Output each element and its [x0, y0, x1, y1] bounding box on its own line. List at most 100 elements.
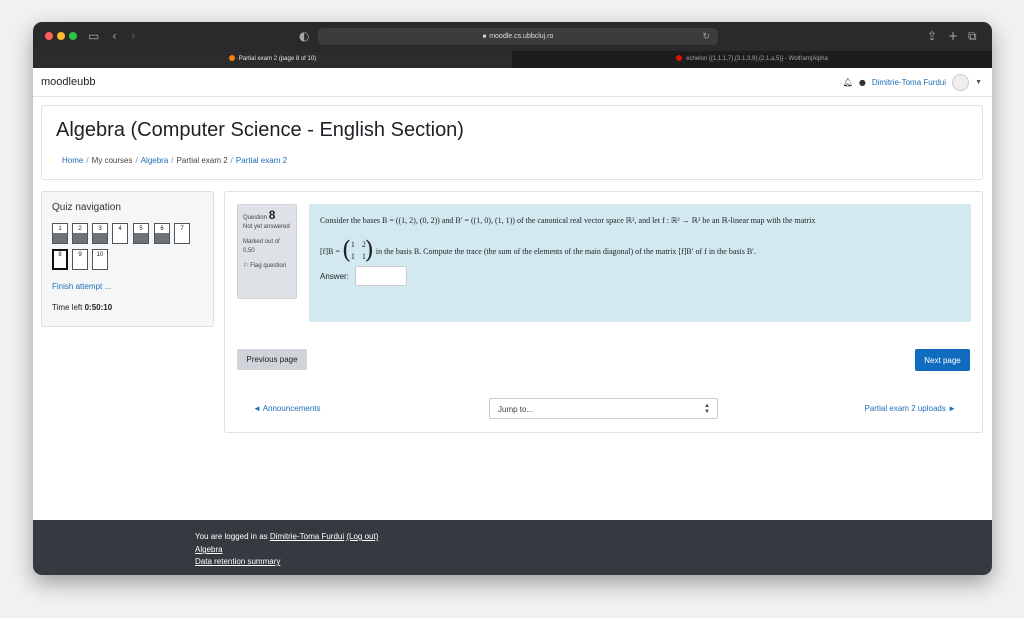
quiz-nav-question-1[interactable]: 1 — [52, 223, 68, 244]
question-info: Question 8 Not yet answered Marked out o… — [237, 204, 297, 299]
breadcrumb-quiz[interactable]: Partial exam 2 — [236, 156, 287, 165]
tab-partial-exam[interactable]: Partial exam 2 (page 8 of 10) — [33, 51, 512, 68]
site-navbar: moodleubb 🔔︎ ● Dimitrie-Toma Furdui ▼ — [33, 68, 992, 97]
minimize-window-button[interactable] — [57, 32, 65, 40]
breadcrumb-separator: / — [86, 156, 89, 165]
back-icon[interactable]: ‹ — [112, 28, 117, 44]
next-activity-link[interactable]: Partial exam 2 uploads ► — [864, 404, 956, 413]
data-retention-link[interactable]: Data retention summary — [195, 557, 280, 566]
browser-window: ▭ ‹ › ◐ ■ moodle.cs.ubbcluj.ro ↻ ⇪ + ⧉ Pa… — [33, 22, 992, 575]
quiz-nav-question-4[interactable]: 4 — [112, 223, 128, 244]
moodle-favicon-icon — [228, 55, 235, 61]
address-bar[interactable]: ■ moodle.cs.ubbcluj.ro ↻ — [318, 28, 718, 45]
quiz-nav-question-5[interactable]: 5 — [133, 223, 149, 244]
tab-label: echelon {{1,1,1,7},{3,1,3,9},{2,1,a,5}} … — [686, 56, 828, 62]
wolfram-favicon-icon — [676, 55, 683, 61]
quiz-nav-question-7[interactable]: 7 — [174, 223, 190, 244]
previous-page-button[interactable]: Previous page — [237, 349, 307, 370]
quiz-nav-question-3[interactable]: 3 — [92, 223, 108, 244]
question-status: Not yet answered — [243, 224, 290, 230]
jump-to-select[interactable]: Jump to... ▲ ▼ — [489, 398, 718, 419]
time-left-label: Time left — [52, 303, 83, 312]
breadcrumb-home[interactable]: Home — [62, 156, 83, 165]
question-number: 8 — [268, 208, 276, 222]
breadcrumb-separator: / — [230, 156, 233, 165]
user-name-link[interactable]: Dimitrie-Toma Furdui — [872, 78, 946, 87]
finish-attempt-link[interactable]: Finish attempt ... — [52, 282, 111, 291]
footer-user-link[interactable]: Dimitrie-Toma Furdui — [270, 532, 344, 541]
messages-chat-icon[interactable]: ● — [859, 78, 866, 87]
quiz-navigation-block: Quiz navigation 1 2 3 4 5 6 7 8 9 10 Fin… — [41, 191, 214, 327]
browser-titlebar: ▭ ‹ › ◐ ■ moodle.cs.ubbcluj.ro ↻ ⇪ + ⧉ — [33, 22, 992, 51]
flag-question-label: Flag question — [250, 263, 287, 269]
matrix-cell: 1 — [350, 252, 355, 261]
question-number: 1 — [58, 226, 62, 232]
breadcrumb: Home / My courses / Algebra / Partial exam 2/P… — [62, 156, 287, 165]
previous-activity-link[interactable]: ◄ Announcements — [253, 404, 321, 413]
chevron-down-icon[interactable]: ▼ — [975, 79, 982, 86]
question-marks: Marked out of 0,50 — [243, 239, 280, 254]
quiz-nav-question-10[interactable]: 10 — [92, 249, 108, 270]
quiz-nav-question-8[interactable]: 8 — [52, 249, 68, 270]
logout-link[interactable]: (Log out) — [346, 532, 378, 541]
avatar[interactable] — [952, 74, 970, 91]
question-text-area: Consider the bases B = ((1, 2), (0, 2)) … — [309, 204, 971, 322]
question-label: Question — [243, 215, 268, 221]
close-window-button[interactable] — [45, 32, 53, 40]
next-page-button[interactable]: Next page — [915, 349, 970, 371]
matrix-cell: 1 — [350, 240, 355, 249]
share-icon[interactable]: ⇪ — [927, 28, 937, 44]
breadcrumb-my-courses: My courses — [91, 156, 133, 165]
forward-icon[interactable]: › — [131, 28, 136, 44]
footer-course-link[interactable]: Algebra — [195, 545, 223, 554]
question-number: 4 — [118, 226, 122, 232]
select-arrows-icon: ▲ ▼ — [704, 403, 710, 415]
question-card: Question 8 Not yet answered Marked out o… — [224, 191, 983, 433]
lock-icon: ■ — [482, 34, 487, 40]
flag-question[interactable]: ⚐ Flag question — [243, 262, 291, 271]
quiz-navigation-title: Quiz navigation — [52, 202, 121, 213]
flag-icon: ⚐ — [243, 263, 249, 269]
page-footer: You are logged in as Dimitrie-Toma Furdu… — [33, 520, 992, 575]
answer-input[interactable] — [355, 266, 407, 286]
breadcrumb-course[interactable]: Algebra — [141, 156, 169, 165]
reload-icon[interactable]: ↻ — [702, 28, 710, 45]
browser-tab-bar: Partial exam 2 (page 8 of 10) echelon {{… — [33, 51, 992, 68]
quiz-nav-question-2[interactable]: 2 — [72, 223, 88, 244]
jump-to-value: Jump to... — [498, 405, 534, 414]
new-tab-icon[interactable]: + — [948, 28, 958, 44]
time-left: Time left 0:50:10 — [52, 303, 112, 312]
question-number: 10 — [96, 252, 104, 258]
logged-in-info: You are logged in as Dimitrie-Toma Furdu… — [195, 532, 378, 541]
question-number: 9 — [78, 252, 82, 258]
question-text-line-1: Consider the bases B = ((1, 2), (0, 2)) … — [320, 216, 816, 225]
privacy-shield-icon[interactable]: ◐ — [299, 28, 309, 44]
notifications-bell-icon[interactable]: 🔔︎ — [843, 78, 853, 87]
quiz-nav-question-6[interactable]: 6 — [154, 223, 170, 244]
tab-wolfram-alpha[interactable]: echelon {{1,1,1,7},{3,1,3,9},{2,1,a,5}} … — [512, 51, 992, 68]
page-header: Algebra (Computer Science - English Sect… — [41, 105, 983, 180]
breadcrumb-separator: / — [171, 156, 174, 165]
question-number: 2 — [78, 226, 82, 232]
logged-in-prefix: You are logged in as — [195, 532, 268, 541]
question-number: 8 — [58, 252, 62, 258]
page-title: Algebra (Computer Science - English Sect… — [56, 119, 464, 141]
question-number: 6 — [160, 226, 164, 232]
matrix-prefix: [f]B = — [320, 246, 340, 256]
page-content: Algebra (Computer Science - English Sect… — [33, 97, 992, 520]
quiz-nav-question-9[interactable]: 9 — [72, 249, 88, 270]
sidebar-toggle-icon[interactable]: ▭ — [88, 28, 99, 44]
question-number: 5 — [139, 226, 143, 232]
tab-overview-icon[interactable]: ⧉ — [968, 28, 977, 44]
site-brand[interactable]: moodleubb — [41, 76, 95, 88]
time-left-value: 0:50:10 — [84, 303, 113, 312]
user-menu-area: 🔔︎ ● Dimitrie-Toma Furdui ▼ — [843, 74, 982, 91]
maximize-window-button[interactable] — [69, 32, 77, 40]
breadcrumb-separator: / — [135, 156, 138, 165]
question-text-line-2: [f]B = ( 1 2 1 1 ) in the basis B. Compu… — [320, 237, 756, 263]
answer-label: Answer: — [320, 272, 349, 281]
breadcrumb-section: Partial exam 2 — [176, 156, 228, 165]
url-text: moodle.cs.ubbcluj.ro — [489, 33, 554, 40]
question-number: 3 — [98, 226, 102, 232]
question-text-continued: in the basis B. Compute the trace (the s… — [375, 246, 756, 256]
